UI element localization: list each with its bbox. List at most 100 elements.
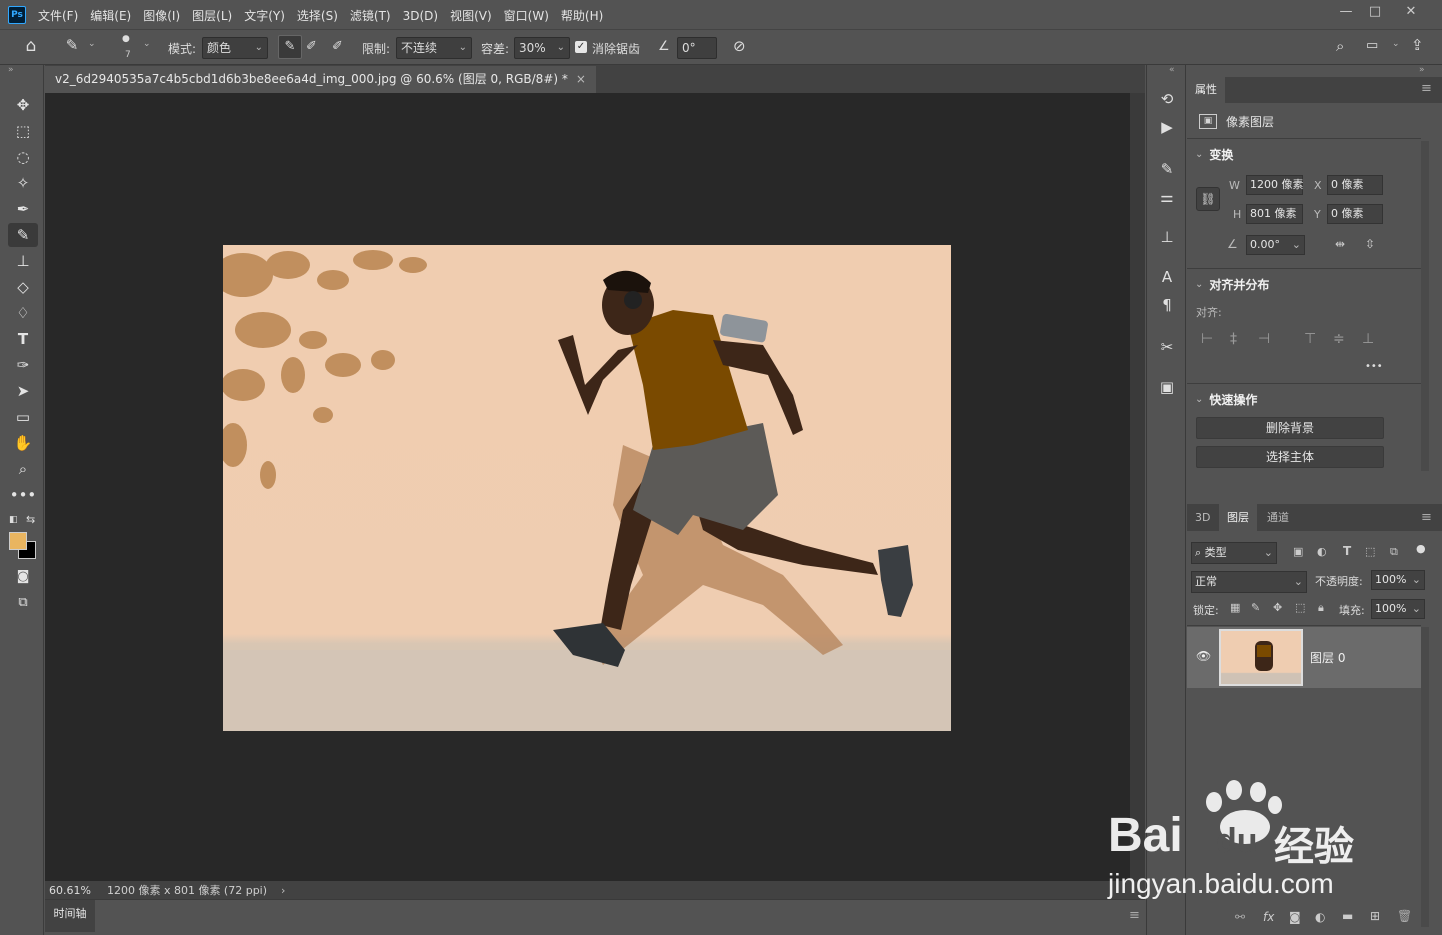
filter-type-icon[interactable]: T (1343, 544, 1351, 558)
menu-item[interactable]: 图层(L) (192, 7, 232, 24)
menu-item[interactable]: 选择(S) (297, 7, 338, 24)
layer-filter-dropdown[interactable]: ⌕ 类型 ⌄ (1191, 542, 1277, 564)
swap-colors-icon[interactable]: ⇆ (26, 513, 35, 526)
status-menu-arrow[interactable]: › (281, 884, 285, 897)
zoom-level[interactable]: 60.61% (49, 884, 91, 897)
link-icon[interactable]: ⛓ (1196, 187, 1220, 211)
panel-menu-icon[interactable]: ≡ (1421, 81, 1432, 96)
rotation-field[interactable]: 0.00° ⌄ (1246, 235, 1305, 255)
tab-3d[interactable]: 3D (1187, 504, 1218, 531)
chevron-down-icon[interactable]: ⌄ (143, 39, 151, 49)
quick-select-tool-icon[interactable]: ✧ (8, 171, 38, 195)
collapse-icon[interactable]: » (8, 65, 14, 75)
flip-vertical-icon[interactable]: ⇳ (1365, 237, 1375, 251)
quick-mask-icon[interactable]: ◙ (8, 565, 38, 589)
menu-item[interactable]: 文字(Y) (244, 7, 285, 24)
pen-tool-icon[interactable]: ✑ (8, 353, 38, 377)
menu-item[interactable]: 视图(V) (450, 7, 492, 24)
x-field[interactable]: 0 像素 (1327, 175, 1383, 195)
folder-icon[interactable]: ▬ (1342, 909, 1353, 923)
tolerance-input[interactable]: 30% ⌄ (514, 37, 570, 59)
delete-layer-icon[interactable]: 🗑︎ (1397, 909, 1412, 923)
menu-item[interactable]: 帮助(H) (561, 7, 603, 24)
brush-tip-icon[interactable]: ● (122, 34, 130, 44)
align-hcenter-icon[interactable]: ‡ (1230, 331, 1237, 347)
lock-artboard-icon[interactable]: ⬚ (1295, 601, 1305, 614)
history-icon[interactable]: ⟲ (1155, 87, 1179, 111)
align-top-icon[interactable]: ⊤ (1304, 331, 1316, 347)
align-left-icon[interactable]: ⊢ (1201, 331, 1213, 347)
vertical-scrollbar[interactable] (1130, 93, 1145, 881)
screen-mode-icon[interactable]: ⧉ (8, 591, 38, 615)
lock-pixels-icon[interactable]: ✎ (1251, 601, 1260, 614)
more-options-icon[interactable]: ••• (1365, 361, 1383, 372)
collapse-icon[interactable]: « (1169, 65, 1175, 75)
document-tab[interactable]: v2_6d2940535a7c4b5cbd1d6b3be8ee6a4d_img_… (45, 66, 596, 93)
chevron-down-icon[interactable]: ⌄ (1392, 39, 1400, 49)
clone-source-icon[interactable]: ⊥ (1155, 225, 1179, 249)
align-right-icon[interactable]: ⊣ (1258, 331, 1270, 347)
search-icon[interactable]: ⌕ (1336, 37, 1344, 55)
antialias-checkbox[interactable]: ✓ (575, 41, 587, 53)
collapse-icon[interactable]: » (1419, 65, 1425, 75)
transform-section-header[interactable]: ⌄ 变换 (1195, 146, 1233, 163)
minimize-button[interactable]: — (1333, 2, 1359, 24)
filter-shape-icon[interactable]: ⬚ (1365, 545, 1375, 558)
lock-position-icon[interactable]: ✥ (1273, 601, 1282, 614)
mode-dropdown[interactable]: 颜色 ⌄ (202, 37, 268, 59)
menu-item[interactable]: 窗口(W) (504, 7, 549, 24)
zoom-tool-icon[interactable]: ⌕ (8, 457, 38, 481)
add-mask-icon[interactable]: ◙ (1289, 910, 1301, 924)
layer-row[interactable]: 👁︎ 图层 0 (1187, 627, 1421, 688)
character-icon[interactable]: A (1155, 265, 1179, 289)
move-tool-icon[interactable]: ✥ (8, 93, 38, 117)
lock-transparent-icon[interactable]: ▦ (1230, 601, 1240, 614)
blur-tool-icon[interactable]: ♢ (8, 301, 38, 325)
height-field[interactable]: 801 像素 (1246, 204, 1303, 224)
marquee-tool-icon[interactable]: ⬚ (8, 119, 38, 143)
fill-field[interactable]: 100% ⌄ (1371, 599, 1425, 619)
foreground-color-swatch[interactable] (9, 532, 27, 550)
menu-item[interactable]: 文件(F) (38, 7, 78, 24)
fx-icon[interactable]: fx (1263, 910, 1274, 924)
link-layers-icon[interactable]: ⚯ (1235, 910, 1245, 924)
text-tool-icon[interactable]: T (8, 327, 38, 351)
filter-adjustment-icon[interactable]: ◐ (1317, 545, 1327, 558)
close-window-button[interactable]: ✕ (1398, 2, 1424, 24)
tab-layers[interactable]: 图层 (1219, 504, 1257, 531)
remove-background-button[interactable]: 删除背景 (1196, 417, 1384, 439)
panel-menu-icon[interactable]: ≡ (1129, 908, 1140, 923)
new-layer-icon[interactable]: ⊞ (1370, 909, 1380, 923)
sampling-continuous-icon[interactable]: ✎ (278, 35, 302, 59)
eyedropper-tool-icon[interactable]: ✒ (8, 197, 38, 221)
filter-pixel-icon[interactable]: ▣ (1293, 545, 1303, 558)
lasso-tool-icon[interactable]: ◌ (8, 145, 38, 169)
stamp-tool-icon[interactable]: ⊥ (8, 249, 38, 273)
frame-icon[interactable]: ▣ (1155, 375, 1179, 399)
menu-item[interactable]: 滤镜(T) (350, 7, 391, 24)
align-bottom-icon[interactable]: ⊥ (1362, 331, 1374, 347)
paragraph-icon[interactable]: ¶ (1155, 293, 1179, 317)
adjustment-layer-icon[interactable]: ◐ (1315, 910, 1325, 924)
filter-smart-object-icon[interactable]: ⧉ (1390, 545, 1398, 559)
rectangle-tool-icon[interactable]: ▭ (8, 405, 38, 429)
blend-mode-dropdown[interactable]: 正常 ⌄ (1191, 571, 1307, 593)
tab-channels[interactable]: 通道 (1259, 504, 1297, 531)
quick-actions-header[interactable]: ⌄ 快速操作 (1195, 391, 1257, 408)
layer-name[interactable]: 图层 0 (1310, 649, 1345, 666)
home-icon[interactable]: ⌂ (20, 36, 42, 58)
limit-dropdown[interactable]: 不连续 ⌄ (396, 37, 472, 59)
align-section-header[interactable]: ⌄ 对齐并分布 (1195, 276, 1269, 293)
hand-tool-icon[interactable]: ✋ (8, 431, 38, 455)
tools-settings-icon[interactable]: ✂ (1155, 335, 1179, 359)
menu-item[interactable]: 3D(D) (403, 9, 438, 23)
flip-horizontal-icon[interactable]: ⇹ (1335, 237, 1345, 251)
adjustments-icon[interactable]: ⚌ (1155, 185, 1179, 209)
width-field[interactable]: 1200 像素 (1246, 175, 1304, 195)
select-subject-button[interactable]: 选择主体 (1196, 446, 1384, 468)
pressure-icon[interactable]: ⊘ (733, 37, 746, 55)
filter-toggle-icon[interactable]: ● (1416, 542, 1426, 555)
sampling-background-icon[interactable]: ✐ (332, 39, 343, 54)
menu-item[interactable]: 编辑(E) (90, 7, 131, 24)
close-tab-icon[interactable]: × (576, 72, 586, 86)
